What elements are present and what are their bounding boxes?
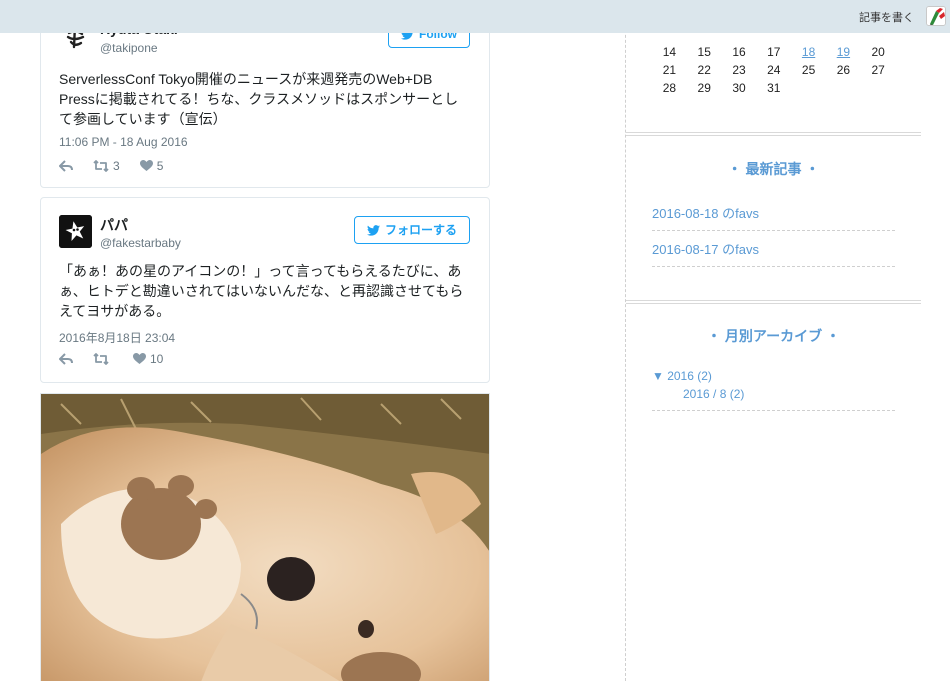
dog-photo[interactable] bbox=[40, 393, 490, 681]
monthly-archive-list: ▼ 2016 (2) 2016 / 8 (2) bbox=[652, 369, 895, 411]
tweet-text: 「あぁ！あの星のアイコンの！」って言ってもらえるたびに、あぁ、ヒトデと勘違いされ… bbox=[59, 263, 464, 319]
calendar-day-link[interactable]: 18 bbox=[791, 43, 826, 61]
heart-icon bbox=[139, 160, 153, 171]
calendar-day: 25 bbox=[801, 63, 816, 77]
reply-button[interactable] bbox=[59, 160, 73, 172]
pen-logo-icon[interactable] bbox=[926, 6, 946, 26]
retweet-icon bbox=[93, 160, 109, 172]
calendar-week: 21 22 23 24 25 26 27 bbox=[652, 61, 896, 79]
tweet-timestamp[interactable]: 2016年8月18日 23:04 bbox=[59, 329, 175, 346]
calendar-day: 28 bbox=[662, 81, 677, 95]
embedded-tweet: パパ @fakestarbaby フォローする 「あぁ！あの星のアイコンの！」っ… bbox=[40, 197, 490, 383]
retweet-button[interactable]: 3 bbox=[93, 159, 120, 173]
retweet-count: 3 bbox=[113, 159, 120, 173]
like-button[interactable]: 10 bbox=[133, 352, 163, 366]
monthly-archive-title: ・ 月別アーカイブ ・ bbox=[707, 328, 840, 344]
write-article-link[interactable]: 記事を書く bbox=[859, 9, 914, 25]
tweet-author-handle[interactable]: @fakestarbaby bbox=[100, 236, 181, 250]
calendar-day: 14 bbox=[662, 45, 677, 59]
reply-icon bbox=[59, 353, 73, 365]
calendar-day: 16 bbox=[732, 45, 746, 59]
sidebar-divider bbox=[626, 132, 921, 136]
twitter-bird-icon bbox=[366, 224, 380, 236]
recent-post-link[interactable]: 2016-08-17 のfavs bbox=[652, 239, 895, 267]
tweet-timestamp[interactable]: 11:06 PM - 18 Aug 2016 bbox=[59, 135, 188, 149]
calendar-day: 22 bbox=[697, 63, 711, 77]
calendar-day: 23 bbox=[732, 63, 746, 77]
calendar-day bbox=[791, 79, 826, 97]
calendar-day: 15 bbox=[697, 45, 711, 59]
tweet-actions: 10 bbox=[59, 352, 183, 366]
top-bar: 記事を書く bbox=[0, 0, 950, 33]
calendar-day bbox=[861, 79, 896, 97]
tweet-actions: 3 5 bbox=[59, 159, 183, 173]
calendar-day: 17 bbox=[767, 45, 781, 59]
calendar-day: 29 bbox=[697, 81, 711, 95]
heart-icon bbox=[133, 353, 146, 364]
like-count: 5 bbox=[156, 159, 164, 173]
calendar-day bbox=[826, 79, 861, 97]
reply-icon bbox=[59, 160, 73, 172]
calendar-day: 31 bbox=[767, 81, 781, 95]
recent-post-link[interactable]: 2016-08-18 のfavs bbox=[652, 203, 895, 231]
follow-button[interactable]: フォローする bbox=[353, 216, 470, 244]
calendar-week: 28 29 30 31 bbox=[652, 79, 896, 97]
calendar-day: 30 bbox=[732, 81, 746, 95]
like-button[interactable]: 5 bbox=[139, 159, 164, 173]
sidebar-divider bbox=[626, 300, 921, 304]
archive-month-link[interactable]: 2016 / 8 (2) bbox=[683, 387, 744, 401]
retweet-icon bbox=[93, 353, 109, 365]
avatar[interactable] bbox=[59, 215, 92, 248]
calendar-day: 20 bbox=[871, 45, 885, 59]
tweet-text: ServerlessConf Tokyo開催のニュースが来週発売のWeb+DB … bbox=[59, 71, 459, 127]
follow-button-label: フォローする bbox=[384, 223, 457, 237]
retweet-button[interactable] bbox=[93, 353, 113, 365]
calendar-day-link[interactable]: 19 bbox=[826, 43, 861, 61]
calendar-day: 27 bbox=[871, 63, 885, 77]
reply-button[interactable] bbox=[59, 353, 73, 365]
calendar-week: 14 15 16 17 18 19 20 bbox=[652, 43, 896, 61]
tweet-author-name[interactable]: パパ bbox=[100, 215, 128, 235]
calendar-day: 21 bbox=[662, 63, 677, 77]
calendar: 7 8 9 10 11 12 13 14 15 16 17 18 19 20 2… bbox=[652, 14, 896, 97]
recent-posts-title: ・ 最新記事 ・ bbox=[727, 161, 820, 177]
tweet-author-handle[interactable]: @takipone bbox=[100, 41, 158, 55]
archive-year-toggle[interactable]: ▼ 2016 (2) bbox=[652, 369, 712, 383]
calendar-day: 24 bbox=[767, 63, 781, 77]
calendar-day: 26 bbox=[836, 63, 851, 77]
like-count: 10 bbox=[150, 352, 164, 366]
